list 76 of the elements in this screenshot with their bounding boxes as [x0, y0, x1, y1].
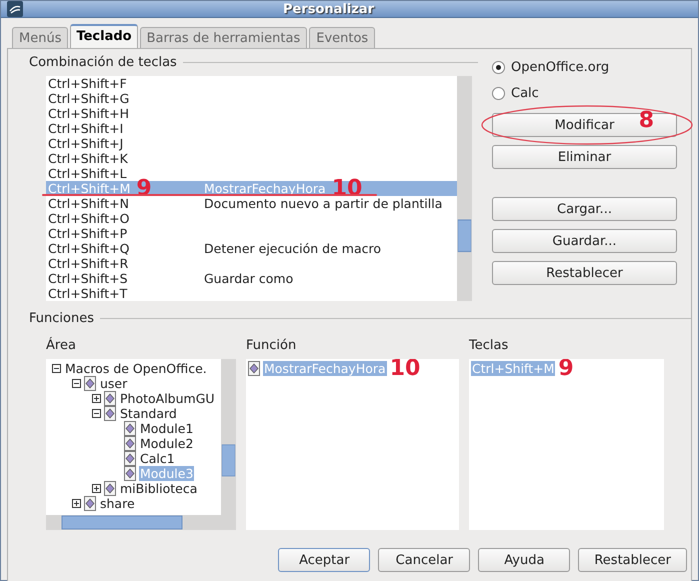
dialog-button[interactable]: Restablecer — [578, 548, 687, 572]
key-text: Ctrl+Shift+T — [48, 286, 128, 301]
key-text: Ctrl+Shift+H — [48, 106, 129, 121]
action-button[interactable]: Cargar... — [492, 197, 677, 221]
expand-icon[interactable] — [72, 499, 81, 508]
tab[interactable]: Teclado — [70, 24, 138, 48]
function-text: MostrarFechayHora — [204, 181, 326, 196]
tab[interactable]: Menús — [12, 27, 68, 48]
list-row[interactable]: Ctrl+Shift+O — [46, 211, 457, 226]
key-text: Ctrl+Shift+S — [48, 271, 128, 286]
key-text: Ctrl+Shift+P — [48, 226, 128, 241]
tree-item[interactable]: Standard — [119, 406, 178, 421]
dialog-button[interactable]: Ayuda — [478, 548, 570, 572]
list-row[interactable]: Ctrl+Shift+T — [46, 286, 457, 301]
list-row[interactable]: Ctrl+Shift+H — [46, 106, 457, 121]
list-row[interactable]: Ctrl+Shift+K — [46, 151, 457, 166]
radio-label[interactable]: Calc — [511, 86, 539, 100]
function-text: Detener ejecución de macro — [204, 241, 381, 256]
tree-item[interactable]: PhotoAlbumGU — [119, 391, 216, 406]
key-text: Ctrl+Shift+F — [48, 76, 127, 91]
key-text: Ctrl+Shift+N — [48, 196, 129, 211]
function-text: Documento nuevo a partir de plantilla — [204, 196, 442, 211]
vertical-scrollbar[interactable] — [221, 359, 236, 515]
vertical-scrollbar[interactable] — [457, 76, 472, 301]
annotation-number: 9 — [558, 361, 574, 376]
column-label: Teclas — [469, 338, 510, 353]
tree-item[interactable]: miBiblioteca — [119, 481, 198, 496]
key-text: Ctrl+Shift+J — [48, 136, 124, 151]
tree-item[interactable]: share — [99, 496, 136, 511]
tree-item[interactable]: Macros de OpenOffice. — [64, 361, 208, 376]
expand-icon[interactable] — [92, 394, 101, 403]
radio-button[interactable] — [492, 60, 505, 74]
action-button[interactable]: Restablecer — [492, 261, 677, 285]
list-row[interactable]: Ctrl+Shift+Q Detener ejecución de macro — [46, 241, 457, 256]
list-row[interactable]: Ctrl+Shift+N Documento nuevo a partir de plantilla — [46, 196, 457, 211]
expand-icon[interactable] — [92, 484, 101, 493]
key-text: Ctrl+Shift+O — [48, 211, 130, 226]
list-row[interactable]: Ctrl+Shift+P — [46, 226, 457, 241]
list-row[interactable]: Ctrl+Shift+I — [46, 121, 457, 136]
radio-button[interactable] — [492, 86, 505, 100]
tab[interactable]: Eventos — [309, 27, 376, 48]
collapse-icon[interactable] — [52, 364, 61, 373]
key-text: Ctrl+Shift+I — [48, 121, 124, 136]
list-row[interactable]: Ctrl+Shift+F — [46, 76, 457, 91]
key-text: Ctrl+Shift+G — [48, 91, 130, 106]
app-icon — [7, 1, 23, 17]
list-row[interactable]: Ctrl+Shift+S Guardar como — [46, 271, 457, 286]
tab[interactable]: Barras de herramientas — [140, 27, 308, 48]
key-text: Ctrl+Shift+M — [48, 181, 130, 196]
list-row[interactable]: Ctrl+Shift+G — [46, 91, 457, 106]
group-label: Funciones — [29, 311, 94, 326]
action-button[interactable]: Guardar... — [492, 229, 677, 253]
collapse-icon[interactable] — [92, 409, 101, 418]
action-button[interactable]: Modificar 8 — [492, 113, 677, 137]
key-text: Ctrl+Shift+R — [48, 256, 128, 271]
group-label: Combinación de teclas — [29, 55, 177, 70]
tree-item[interactable]: Module2 — [139, 436, 194, 451]
collapse-icon[interactable] — [72, 379, 81, 388]
radio-label[interactable]: OpenOffice.org — [511, 60, 610, 74]
tree-item[interactable]: Calc1 — [139, 451, 176, 466]
action-button[interactable]: Eliminar — [492, 145, 677, 169]
list-row[interactable]: Ctrl+Shift+J — [46, 136, 457, 151]
tree-item[interactable]: user — [99, 376, 128, 391]
key-text: Ctrl+Shift+L — [48, 166, 127, 181]
column-label: Área — [46, 338, 77, 353]
window-title: Personalizar — [282, 2, 376, 16]
function-text: Guardar como — [204, 271, 294, 286]
horizontal-scrollbar[interactable] — [46, 515, 236, 530]
tree-item[interactable]: Module1 — [139, 421, 194, 436]
dialog-button[interactable]: Aceptar — [278, 548, 370, 572]
list-row[interactable]: Ctrl+Shift+R — [46, 256, 457, 271]
annotation-number: 10 — [390, 361, 420, 376]
key-text: Ctrl+Shift+K — [48, 151, 128, 166]
key-text: Ctrl+Shift+Q — [48, 241, 130, 256]
column-label: Función — [246, 338, 298, 353]
dialog-button[interactable]: Cancelar — [378, 548, 470, 572]
